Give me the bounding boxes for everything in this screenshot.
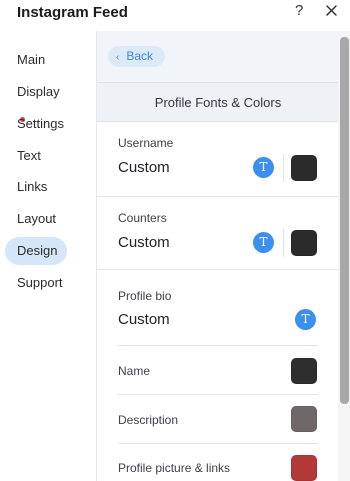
counters-font-button[interactable]: T [253,232,274,253]
counters-color-swatch[interactable] [291,230,317,256]
sidebar-item-label: Support [17,275,63,290]
profile-picture-links-label: Profile picture & links [118,461,231,475]
design-panel: ‹ Back Profile Fonts & Colors Username Cu… [96,31,338,481]
description-label: Description [118,413,179,427]
sidebar-item-label: Display [17,84,60,99]
close-icon [326,5,337,16]
sidebar-item-label: Settings [17,116,64,131]
username-label: Username [118,136,174,150]
back-label: Back [126,49,154,63]
name-color-swatch[interactable] [291,358,317,384]
username-color-swatch[interactable] [291,155,317,181]
sidebar-item-display[interactable]: Display [5,78,67,122]
sidebar-item-label: Text [17,148,41,163]
sidebar-item-main[interactable]: Main [5,46,67,74]
name-label: Name [118,364,151,378]
divider [283,229,284,257]
sidebar-item-label: Layout [17,211,57,226]
title-bar: Instagram Feed ? [0,0,350,27]
profile-picture-links-color-swatch[interactable] [291,455,317,481]
divider [97,269,338,270]
profile-bio-label: Profile bio [118,289,172,303]
divider [118,345,318,346]
profile-bio-font-value: Custom [118,311,170,328]
username-font-value: Custom [118,159,170,176]
divider [118,443,318,444]
counters-font-value: Custom [118,234,170,251]
sidebar-item-label: Main [17,52,46,67]
sidebar-item-links[interactable]: Links [5,173,67,201]
sidebar-item-text[interactable]: Text [5,142,67,170]
close-button[interactable] [323,0,341,22]
back-button[interactable]: ‹ Back [108,46,165,67]
profile-bio-font-button[interactable]: T [295,309,316,330]
panel-header: ‹ Back [97,31,338,82]
sidebar-item-label: Design [17,243,58,258]
section-title: Profile Fonts & Colors [97,82,338,122]
chevron-left-icon: ‹ [116,52,120,63]
description-color-swatch[interactable] [291,406,317,432]
help-button[interactable]: ? [295,2,303,19]
sidebar-item-layout[interactable]: Layout [5,205,67,233]
sidebar-item-label: Links [17,179,48,194]
scrollbar-thumb[interactable] [340,37,349,404]
divider [283,154,284,182]
sidebar-item-design[interactable]: Design [5,237,67,265]
username-font-button[interactable]: T [253,157,274,178]
sidebar-item-support[interactable]: Support [5,269,67,297]
window-title: Instagram Feed [17,4,128,21]
sidebar-item-settings[interactable]: Settings [5,110,67,138]
sidebar-nav: Main Display Settings Text Links Layout … [0,31,96,481]
divider [118,394,318,395]
divider [97,196,338,197]
counters-label: Counters [118,211,167,225]
